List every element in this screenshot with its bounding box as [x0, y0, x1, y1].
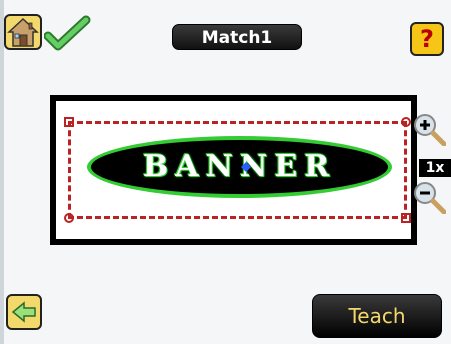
roi-rotate-handle[interactable]: [401, 117, 411, 127]
zoom-in-icon[interactable]: [412, 112, 446, 146]
image-viewer[interactable]: BANNER: [50, 95, 417, 245]
zoom-out-icon[interactable]: [412, 180, 446, 214]
back-arrow-icon: [11, 301, 36, 323]
zoom-level-label: 1x: [419, 159, 451, 177]
target-label: BANNER: [142, 149, 337, 184]
pass-checkmark-icon: [44, 15, 91, 51]
center-marker-icon: [241, 162, 251, 172]
home-button[interactable]: [4, 14, 42, 50]
roi-handle-top-left[interactable]: [64, 117, 74, 127]
home-icon: [7, 17, 39, 47]
region-of-interest[interactable]: BANNER: [64, 117, 411, 223]
roi-handle-bottom-right[interactable]: [401, 213, 411, 223]
teach-button[interactable]: Teach: [312, 294, 442, 338]
tool-title: Match1: [172, 24, 302, 50]
match-target: BANNER: [87, 136, 392, 198]
roi-rotate-handle-bottom[interactable]: [64, 213, 74, 223]
left-edge-divider: [0, 0, 4, 344]
help-question-icon: ?: [420, 25, 434, 53]
help-button[interactable]: ?: [410, 22, 444, 56]
back-button[interactable]: [6, 294, 42, 330]
